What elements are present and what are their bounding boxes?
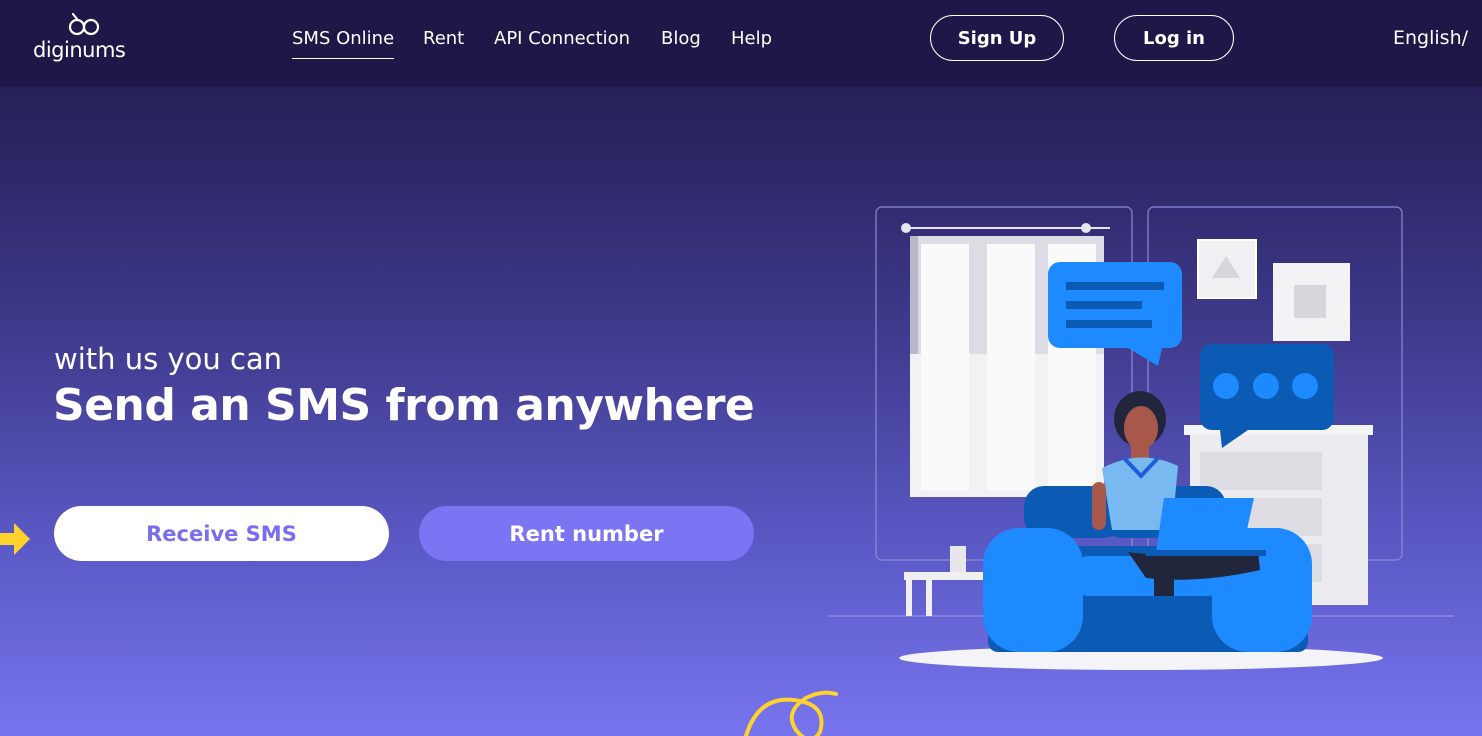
hero-subtitle: with us you can xyxy=(54,342,283,376)
language-selector[interactable]: English/ xyxy=(1393,27,1468,49)
nav-api-connection[interactable]: API Connection xyxy=(494,28,630,49)
sign-up-button[interactable]: Sign Up xyxy=(930,15,1064,61)
top-navigation-bar: diginums SMS Online Rent API Connection … xyxy=(0,0,1482,87)
hero-illustration xyxy=(828,206,1454,670)
nav-help[interactable]: Help xyxy=(731,28,772,49)
nav-blog[interactable]: Blog xyxy=(661,28,701,49)
log-in-button[interactable]: Log in xyxy=(1114,15,1234,61)
nav-sms-online[interactable]: SMS Online xyxy=(292,28,395,59)
brand-name[interactable]: diginums xyxy=(33,38,126,62)
receive-sms-button[interactable]: Receive SMS xyxy=(54,506,389,561)
nav-rent[interactable]: Rent xyxy=(423,28,464,49)
rent-number-button[interactable]: Rent number xyxy=(419,506,754,561)
swirl-decoration-icon xyxy=(744,690,838,736)
hero-title: Send an SMS from anywhere xyxy=(53,380,755,431)
arrow-right-icon xyxy=(0,523,30,555)
